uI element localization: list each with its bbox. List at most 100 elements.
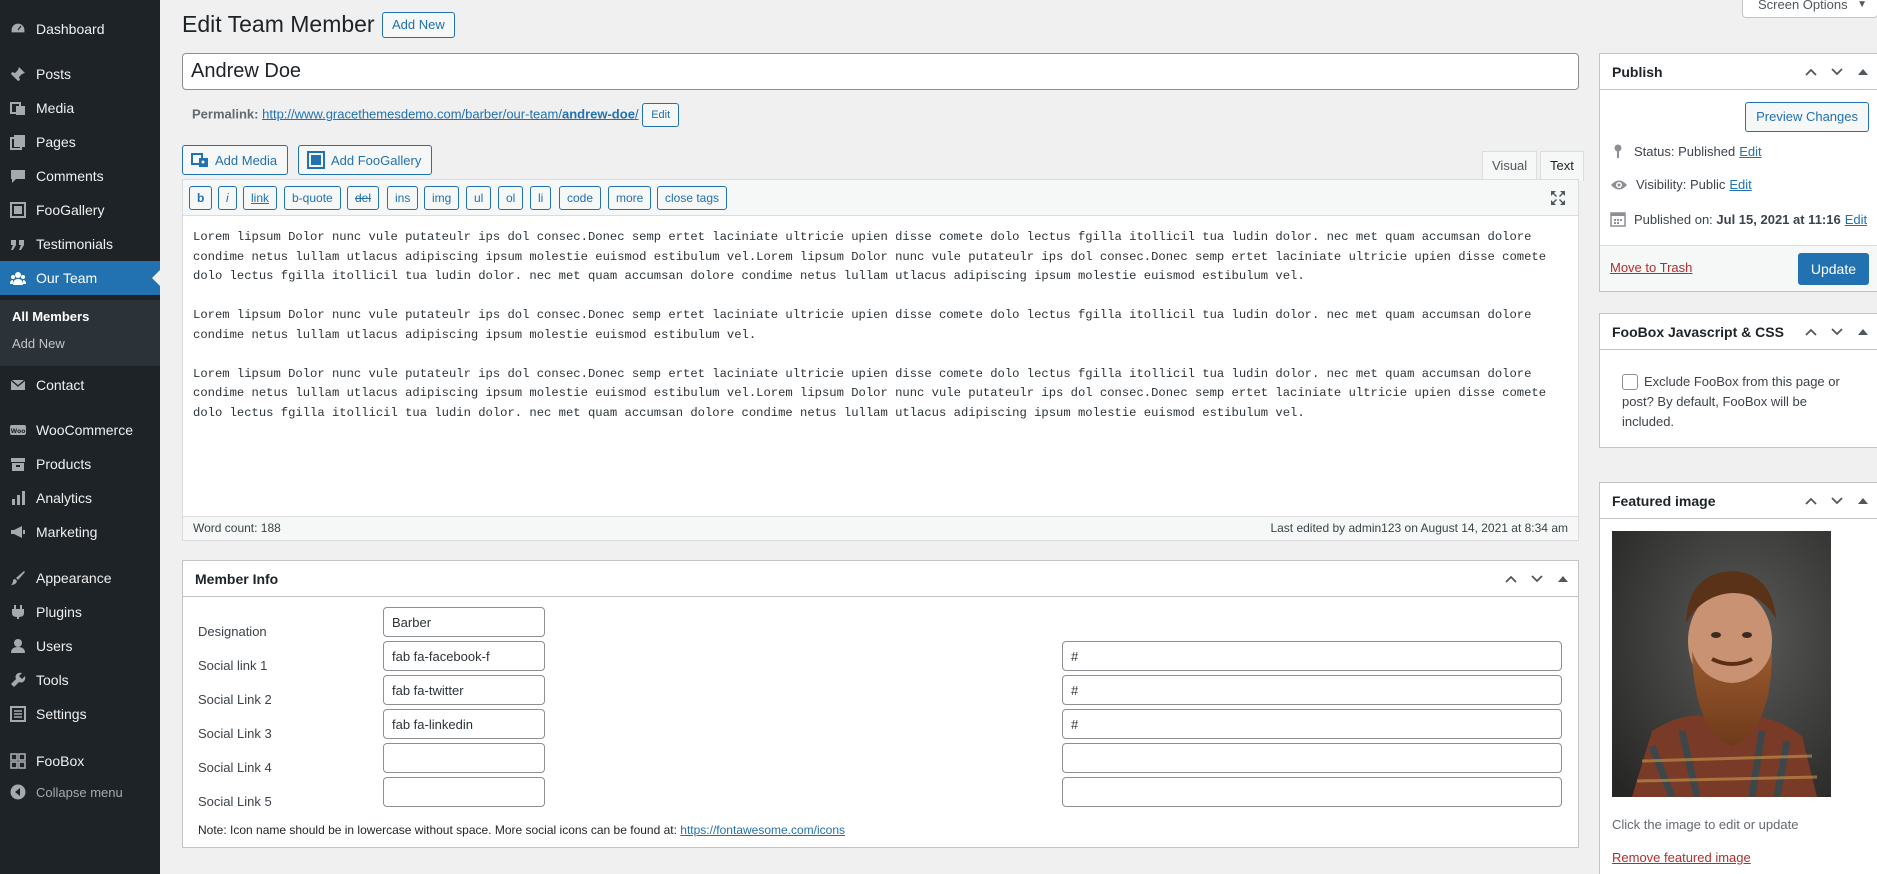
admin-sidebar: Dashboard Posts Media Pages Comments FooGalle… xyxy=(0,0,160,874)
editor-paragraph: Lorem lipsum Dolor nunc vule putateulr i… xyxy=(193,366,1547,420)
fullscreen-icon[interactable] xyxy=(1550,190,1566,209)
qt-bold-button[interactable]: b xyxy=(189,186,213,210)
publish-box: Publish Preview Changes Status: Publishe… xyxy=(1599,53,1877,292)
featured-image-box: Featured image Click the image to edit o… xyxy=(1599,482,1877,874)
fontawesome-link[interactable]: https://fontawesome.com/icons xyxy=(680,823,845,837)
update-button[interactable]: Update xyxy=(1797,253,1869,285)
move-up-icon[interactable] xyxy=(1802,68,1820,76)
publish-actions: Move to Trash Update xyxy=(1600,245,1877,291)
sidebar-item-plugins[interactable]: Plugins xyxy=(0,595,160,629)
sidebar-item-label: Media xyxy=(36,100,75,116)
move-down-icon[interactable] xyxy=(1828,68,1846,76)
sidebar-item-comments[interactable]: Comments xyxy=(0,159,160,193)
social-link-1-label: Social link 1 xyxy=(198,658,268,673)
tab-text[interactable]: Text xyxy=(1540,151,1584,181)
add-media-button[interactable]: Add Media xyxy=(182,145,289,175)
social-link-3-url-input[interactable] xyxy=(1062,709,1562,739)
sidebar-item-media[interactable]: Media xyxy=(0,91,160,125)
edit-visibility-link[interactable]: Edit xyxy=(1729,177,1751,192)
qt-ul-button[interactable]: ul xyxy=(466,186,492,210)
add-foogallery-button[interactable]: Add FooGallery xyxy=(298,145,433,175)
editor-paragraph: Lorem lipsum Dolor nunc vule putateulr i… xyxy=(193,308,1532,342)
qt-ins-button[interactable]: ins xyxy=(387,186,419,210)
sidebar-item-posts[interactable]: Posts xyxy=(0,57,160,91)
social-link-2-icon-input[interactable] xyxy=(383,675,545,705)
sidebar-item-label: Testimonials xyxy=(36,236,114,252)
sidebar-item-dashboard[interactable]: Dashboard xyxy=(0,12,160,46)
qt-img-button[interactable]: img xyxy=(424,186,460,210)
sidebar-item-users[interactable]: Users xyxy=(0,629,160,663)
sidebar-item-analytics[interactable]: Analytics xyxy=(0,481,160,515)
social-link-4-url-input[interactable] xyxy=(1062,743,1562,773)
preview-changes-button[interactable]: Preview Changes xyxy=(1745,102,1869,132)
move-down-icon[interactable] xyxy=(1828,328,1846,336)
move-down-icon[interactable] xyxy=(1528,575,1546,583)
permalink-link[interactable]: http://www.gracethemesdemo.com/barber/ou… xyxy=(262,106,638,121)
qt-del-button[interactable]: del xyxy=(347,186,380,210)
move-down-icon[interactable] xyxy=(1828,497,1846,505)
toggle-panel-icon[interactable] xyxy=(1554,576,1572,582)
qt-close-tags-button[interactable]: close tags xyxy=(657,186,728,210)
sidebar-item-woocommerce[interactable]: Woo WooCommerce xyxy=(0,413,160,447)
sidebar-item-appearance[interactable]: Appearance xyxy=(0,561,160,595)
social-link-1-icon-input[interactable] xyxy=(383,641,545,671)
social-link-4-label: Social Link 4 xyxy=(198,760,272,775)
remove-featured-image-link[interactable]: Remove featured image xyxy=(1612,850,1751,865)
sidebar-item-testimonials[interactable]: Testimonials xyxy=(0,227,160,261)
media-icon xyxy=(191,153,208,167)
qt-bquote-button[interactable]: b-quote xyxy=(284,186,341,210)
social-link-3-icon-input[interactable] xyxy=(383,709,545,739)
edit-slug-button[interactable]: Edit xyxy=(642,103,680,127)
move-up-icon[interactable] xyxy=(1802,328,1820,336)
add-new-button[interactable]: Add New xyxy=(382,12,455,38)
move-to-trash-link[interactable]: Move to Trash xyxy=(1610,260,1692,275)
status-label: Status: xyxy=(1634,143,1675,159)
sidebar-item-tools[interactable]: Tools xyxy=(0,663,160,697)
sidebar-item-foobox[interactable]: FooBox xyxy=(0,744,160,778)
toggle-panel-icon[interactable] xyxy=(1854,498,1872,504)
qt-code-button[interactable]: code xyxy=(559,186,602,210)
sidebar-item-contact[interactable]: Contact xyxy=(0,368,160,402)
social-link-4-icon-input[interactable] xyxy=(383,743,545,773)
edit-status-link[interactable]: Edit xyxy=(1739,144,1761,159)
sidebar-item-marketing[interactable]: Marketing xyxy=(0,515,160,549)
move-up-icon[interactable] xyxy=(1802,497,1820,505)
social-link-1-url-input[interactable] xyxy=(1062,641,1562,671)
sidebar-item-pages[interactable]: Pages xyxy=(0,125,160,159)
sidebar-item-products[interactable]: Products xyxy=(0,447,160,481)
social-link-5-icon-input[interactable] xyxy=(383,777,545,807)
qt-ol-button[interactable]: ol xyxy=(498,186,524,210)
submenu-add-new[interactable]: Add New xyxy=(12,336,65,351)
eye-icon xyxy=(1611,180,1627,189)
sidebar-item-label: Dashboard xyxy=(36,21,105,37)
qt-more-button[interactable]: more xyxy=(608,186,652,210)
sidebar-item-label: Tools xyxy=(36,672,69,688)
qt-li-button[interactable]: li xyxy=(530,186,552,210)
social-link-5-url-input[interactable] xyxy=(1062,777,1562,807)
tab-visual[interactable]: Visual xyxy=(1482,151,1538,180)
featured-image-thumbnail[interactable] xyxy=(1612,531,1831,797)
social-link-2-url-input[interactable] xyxy=(1062,675,1562,705)
move-up-icon[interactable] xyxy=(1502,575,1520,583)
designation-input[interactable] xyxy=(383,607,545,637)
sidebar-item-label: Marketing xyxy=(36,524,98,540)
collapse-menu-button[interactable]: Collapse menu xyxy=(0,775,160,809)
member-info-note: Note: Icon name should be in lowercase w… xyxy=(198,823,845,837)
sidebar-item-label: Comments xyxy=(36,168,104,184)
sidebar-item-our-team[interactable]: Our Team xyxy=(0,261,160,295)
qt-link-button[interactable]: link xyxy=(243,186,278,210)
social-link-5-label: Social Link 5 xyxy=(198,794,272,809)
edit-date-link[interactable]: Edit xyxy=(1845,212,1867,227)
qt-italic-button[interactable]: i xyxy=(218,186,237,210)
toggle-panel-icon[interactable] xyxy=(1854,69,1872,75)
sidebar-item-foogallery[interactable]: FooGallery xyxy=(0,193,160,227)
user-icon xyxy=(0,638,36,654)
toggle-panel-icon[interactable] xyxy=(1854,329,1872,335)
submenu-all-members[interactable]: All Members xyxy=(12,309,89,324)
editor-textarea[interactable]: Lorem lipsum Dolor nunc vule putateulr i… xyxy=(193,228,1568,443)
published-value: Jul 15, 2021 at 11:16 xyxy=(1716,211,1841,227)
post-title-input[interactable] xyxy=(182,53,1579,90)
screen-options-tab[interactable]: Screen Options ▼ xyxy=(1742,0,1877,18)
status-value: Published xyxy=(1678,143,1736,159)
sidebar-item-settings[interactable]: Settings xyxy=(0,697,160,731)
